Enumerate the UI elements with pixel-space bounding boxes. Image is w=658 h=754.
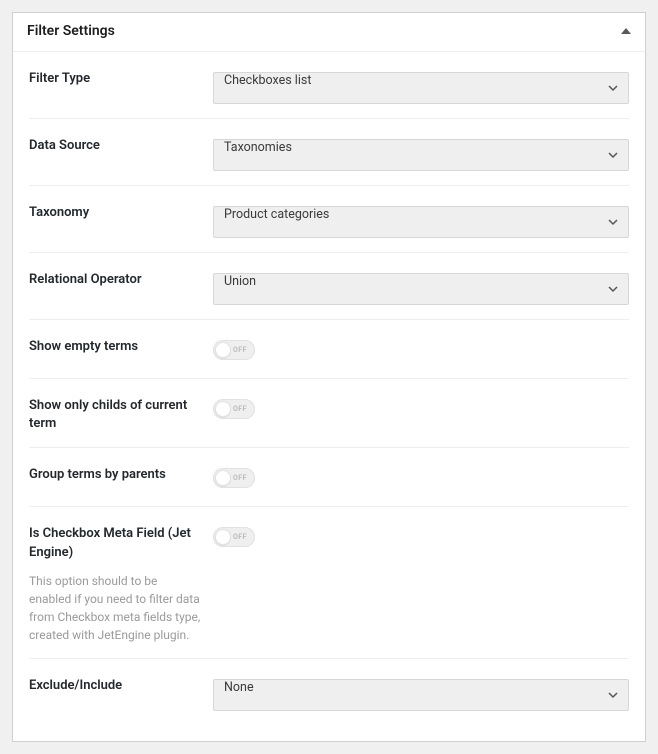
panel-title: Filter Settings — [27, 23, 115, 39]
panel-header[interactable]: Filter Settings — [13, 13, 645, 52]
select-relational-operator-value: Union — [213, 273, 629, 305]
row-relational-operator: Relational Operator Union — [29, 253, 629, 320]
select-exclude-include-value: None — [213, 679, 629, 711]
select-filter-type[interactable]: Checkboxes list — [213, 72, 629, 104]
toggle-show-empty-terms[interactable]: OFF — [213, 340, 255, 360]
row-data-source: Data Source Taxonomies — [29, 119, 629, 186]
label-group-by-parents: Group terms by parents — [29, 466, 213, 484]
row-filter-type: Filter Type Checkboxes list — [29, 52, 629, 119]
row-group-by-parents: Group terms by parents OFF — [29, 448, 629, 507]
label-data-source: Data Source — [29, 137, 213, 155]
select-filter-type-value: Checkboxes list — [213, 72, 629, 104]
panel-body: Filter Type Checkboxes list Data Source … — [13, 52, 645, 741]
toggle-is-checkbox-meta[interactable]: OFF — [213, 527, 255, 547]
row-exclude-include: Exclude/Include None — [29, 659, 629, 725]
control-data-source: Taxonomies — [213, 137, 629, 171]
label-is-checkbox-meta-text: Is Checkbox Meta Field (Jet Engine) — [29, 526, 191, 559]
label-show-only-childs: Show only childs of current term — [29, 397, 213, 433]
label-show-empty-terms: Show empty terms — [29, 338, 213, 356]
control-exclude-include: None — [213, 677, 629, 711]
toggle-state-text: OFF — [233, 533, 247, 541]
label-filter-type: Filter Type — [29, 70, 213, 88]
toggle-state-text: OFF — [233, 474, 247, 482]
control-is-checkbox-meta: OFF — [213, 525, 629, 551]
label-is-checkbox-meta: Is Checkbox Meta Field (Jet Engine) This… — [29, 525, 213, 643]
toggle-knob — [215, 529, 231, 545]
toggle-state-text: OFF — [233, 346, 247, 354]
select-taxonomy-value: Product categories — [213, 206, 629, 238]
row-is-checkbox-meta: Is Checkbox Meta Field (Jet Engine) This… — [29, 507, 629, 658]
toggle-knob — [215, 470, 231, 486]
control-show-only-childs: OFF — [213, 397, 629, 423]
control-taxonomy: Product categories — [213, 204, 629, 238]
select-exclude-include[interactable]: None — [213, 679, 629, 711]
toggle-show-only-childs[interactable]: OFF — [213, 399, 255, 419]
toggle-knob — [215, 401, 231, 417]
select-relational-operator[interactable]: Union — [213, 273, 629, 305]
select-taxonomy[interactable]: Product categories — [213, 206, 629, 238]
row-show-only-childs: Show only childs of current term OFF — [29, 379, 629, 448]
label-exclude-include: Exclude/Include — [29, 677, 213, 695]
control-group-by-parents: OFF — [213, 466, 629, 492]
control-show-empty-terms: OFF — [213, 338, 629, 364]
control-relational-operator: Union — [213, 271, 629, 305]
desc-is-checkbox-meta: This option should to be enabled if you … — [29, 572, 201, 644]
label-taxonomy: Taxonomy — [29, 204, 213, 222]
toggle-group-by-parents[interactable]: OFF — [213, 468, 255, 488]
label-relational-operator: Relational Operator — [29, 271, 213, 289]
toggle-state-text: OFF — [233, 405, 247, 413]
select-data-source[interactable]: Taxonomies — [213, 139, 629, 171]
toggle-knob — [215, 342, 231, 358]
control-filter-type: Checkboxes list — [213, 70, 629, 104]
filter-settings-panel: Filter Settings Filter Type Checkboxes l… — [12, 12, 646, 742]
row-taxonomy: Taxonomy Product categories — [29, 186, 629, 253]
collapse-icon — [621, 28, 631, 34]
select-data-source-value: Taxonomies — [213, 139, 629, 171]
row-show-empty-terms: Show empty terms OFF — [29, 320, 629, 379]
